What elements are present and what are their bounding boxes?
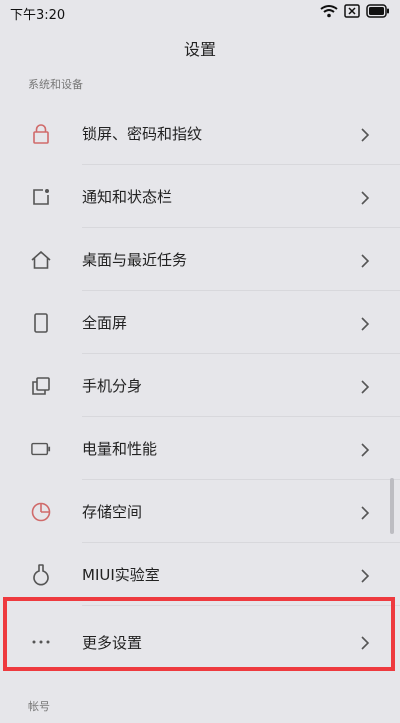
section-header-account: 帐号 [0,692,400,720]
chevron-right-icon [360,127,370,142]
status-icons [320,4,390,22]
chevron-right-icon [360,568,370,583]
menu-item-label: 通知和状态栏 [82,188,173,206]
chevron-right-icon [360,190,370,205]
menu-item-label: 全面屏 [82,314,128,332]
chevron-right-icon [360,442,370,457]
section-header-system: 系统和设备 [0,70,400,98]
menu-item-label: 桌面与最近任务 [82,251,188,269]
battery-icon [31,439,51,459]
flask-icon [31,563,51,585]
menu-item-full-screen[interactable]: 全面屏 [0,291,400,354]
more-icon [31,632,51,652]
lock-icon [31,123,51,144]
menu-item-label: MIUI实验室 [82,566,160,584]
menu-item-home-screen[interactable]: 桌面与最近任务 [0,228,400,291]
menu-item-miui-lab[interactable]: MIUI实验室 [0,543,400,606]
chevron-right-icon [360,316,370,331]
menu-item-label: 手机分身 [82,377,143,395]
menu-item-label: 存储空间 [82,503,143,521]
status-bar: 下午3:20 [0,0,400,26]
chevron-right-icon [360,635,370,650]
menu-item-label: 锁屏、密码和指纹 [82,125,203,143]
menu-item-label: 更多设置 [82,633,143,652]
battery-status-icon [366,4,390,22]
chevron-right-icon [360,253,370,268]
fullscreen-icon [31,312,51,333]
scrollbar[interactable] [390,478,394,534]
notification-icon [31,187,51,207]
menu-item-notifications[interactable]: 通知和状态栏 [0,165,400,228]
page-title-bar: 设置 [0,26,400,70]
home-icon [31,250,51,270]
section-title-account: 帐号 [28,700,50,713]
status-time: 下午3:20 [10,7,66,23]
chevron-right-icon [360,505,370,520]
menu-item-dual-space[interactable]: 手机分身 [0,354,400,417]
menu-item-battery-performance[interactable]: 电量和性能 [0,417,400,480]
menu-item-storage[interactable]: 存储空间 [0,480,400,543]
dual-space-icon [31,376,51,396]
menu-item-lock-screen[interactable]: 锁屏、密码和指纹 [0,102,400,165]
sim-disabled-icon [344,4,360,22]
menu-item-more-settings[interactable]: 更多设置 [0,606,400,678]
section-title-system: 系统和设备 [28,78,83,91]
storage-icon [31,502,51,522]
wifi-icon [320,4,338,22]
chevron-right-icon [360,379,370,394]
page-title: 设置 [183,40,216,59]
settings-list: 锁屏、密码和指纹 通知和状态栏 桌面与最近任务 全面屏 手机分身 电量和性能 存… [0,102,400,678]
menu-item-label: 电量和性能 [82,440,158,458]
